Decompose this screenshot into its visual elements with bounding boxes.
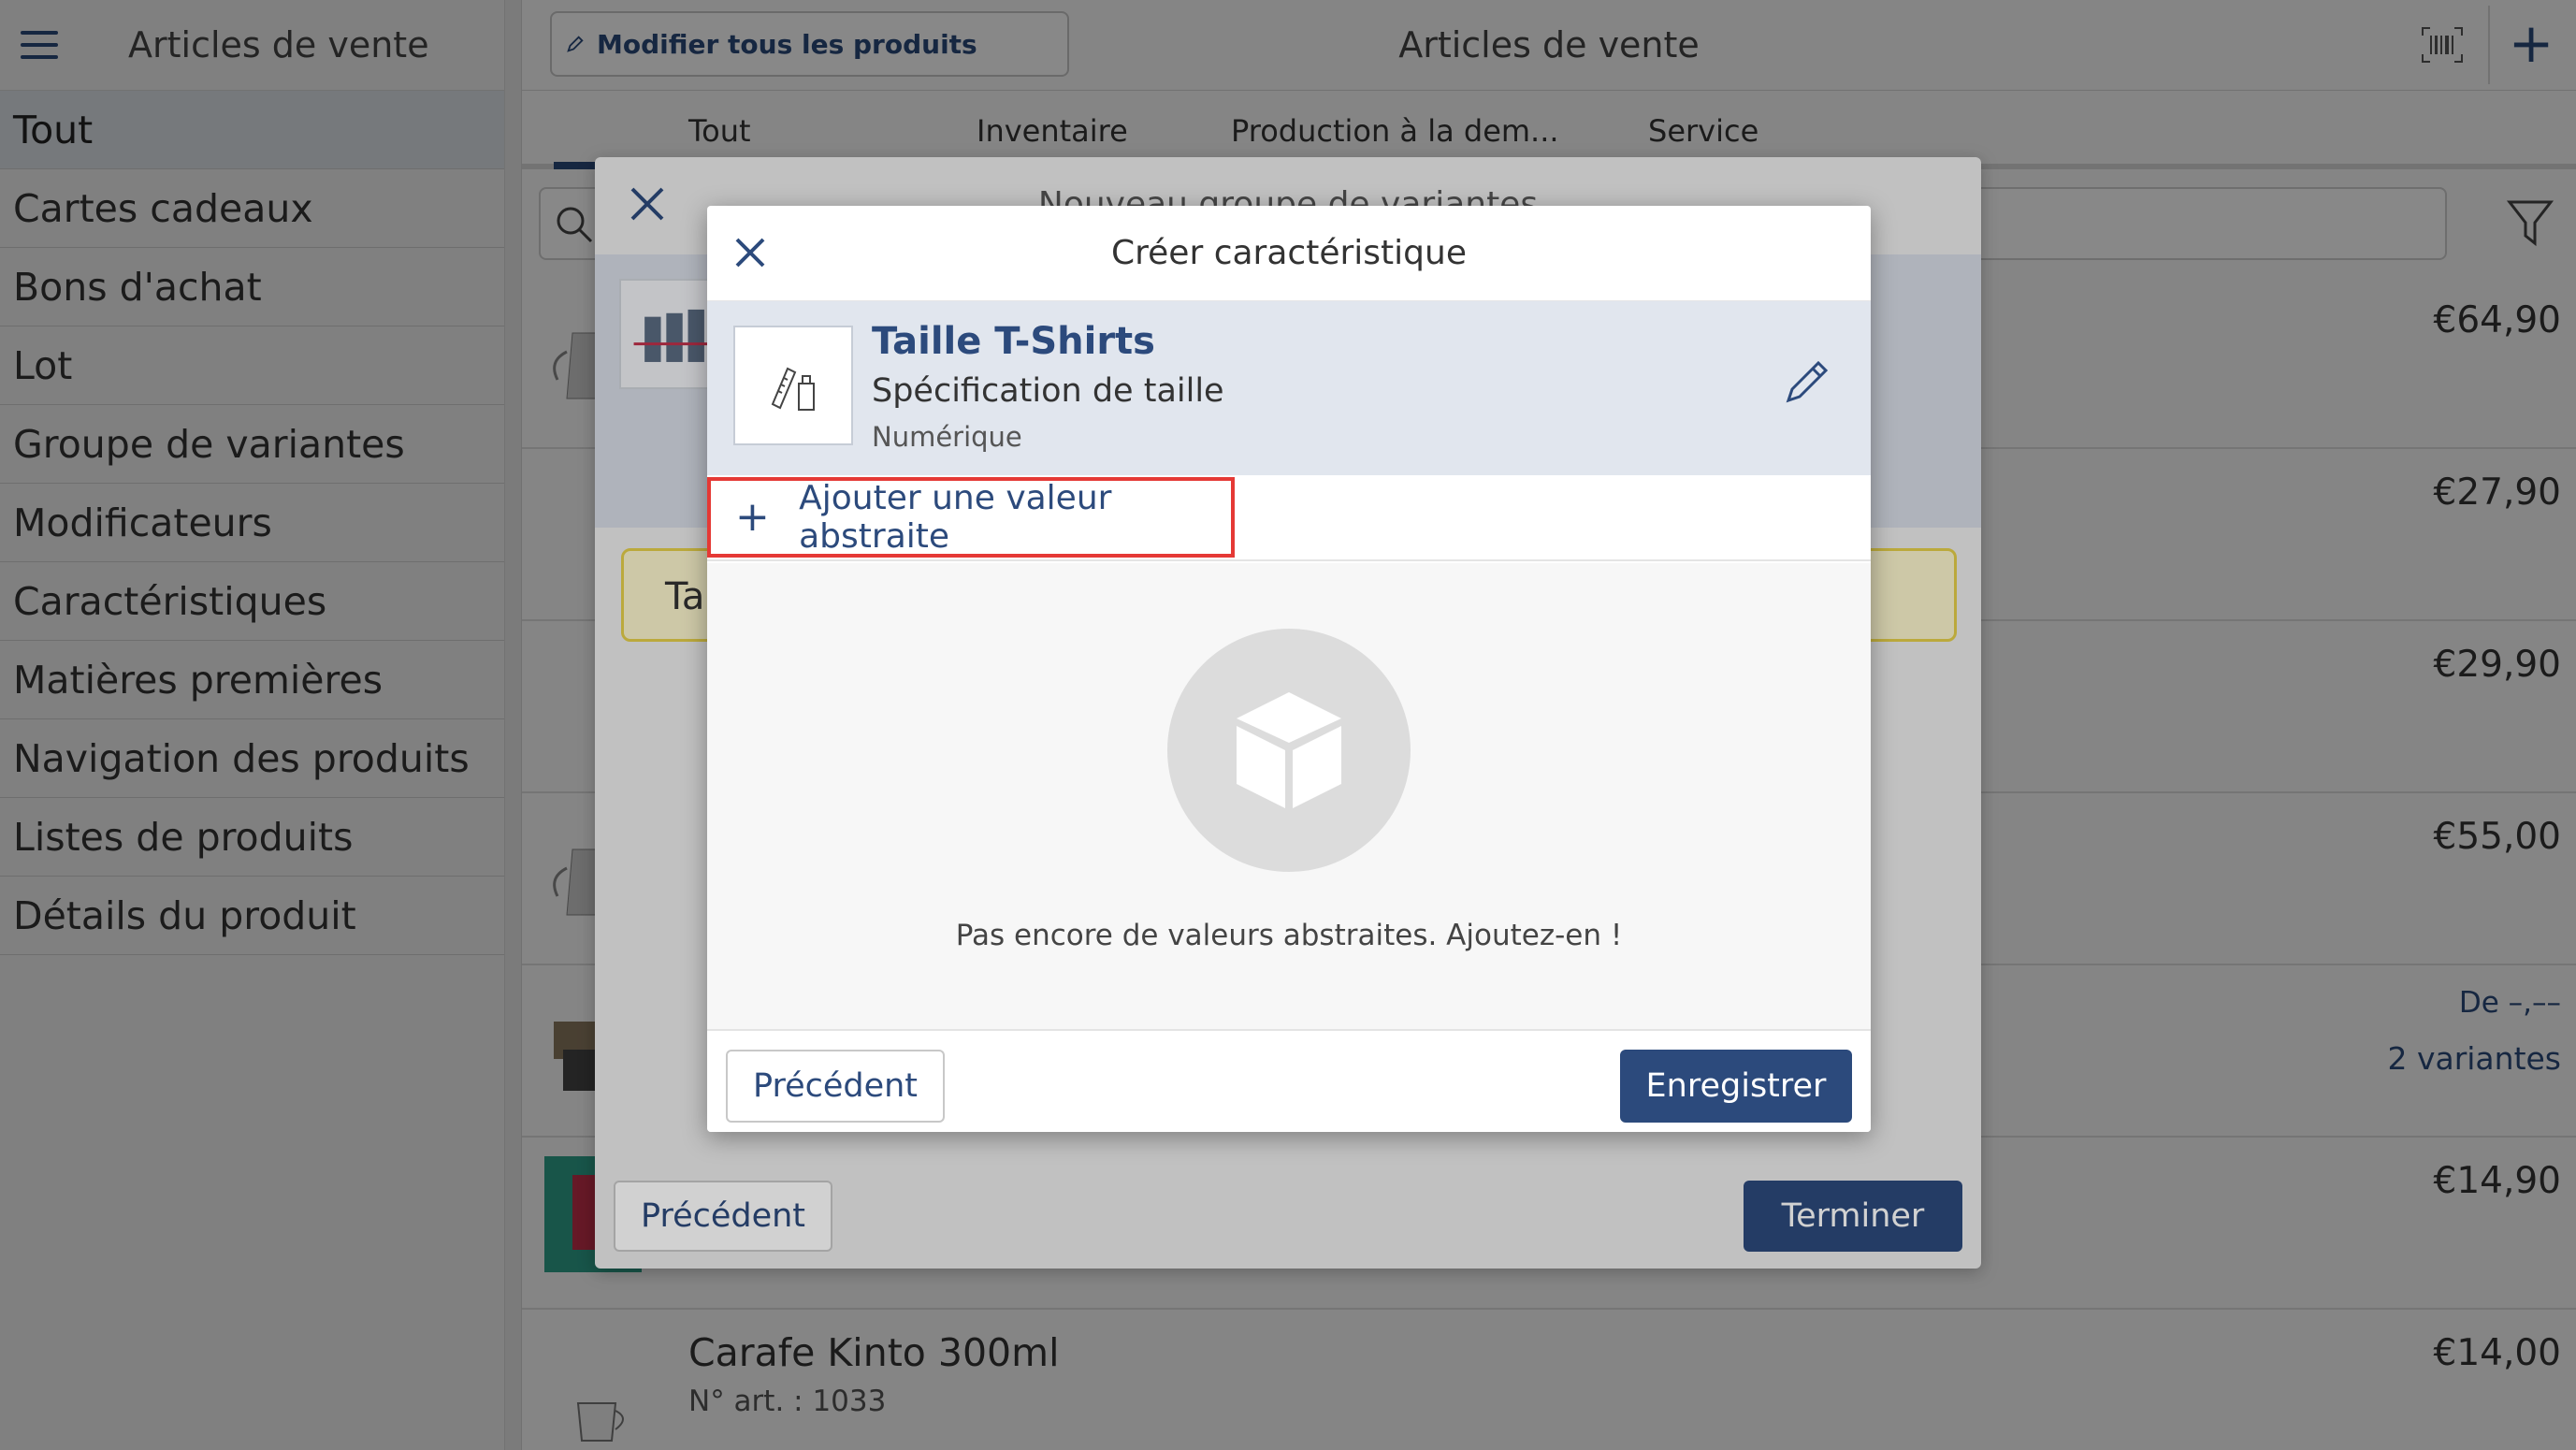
previous-button[interactable]: Précédent xyxy=(726,1050,945,1123)
app-window: Articles de vente Tout Cartes cadeaux Bo… xyxy=(0,0,2576,1450)
add-value-row: + Ajouter une valeur abstraite xyxy=(707,475,1871,561)
plus-icon: + xyxy=(735,493,770,541)
characteristic-type: Numérique xyxy=(872,421,1022,453)
create-characteristic-dialog: Créer caractéristique Taille T-Shirts Sp… xyxy=(707,206,1871,1132)
ruler-bottle-icon xyxy=(771,367,815,411)
characteristic-description: Spécification de taille xyxy=(872,372,1224,410)
characteristic-name: Taille T-Shirts xyxy=(872,320,1155,363)
dialog-footer: Précédent Enregistrer xyxy=(707,1029,1871,1132)
add-abstract-value-button[interactable]: + Ajouter une valeur abstraite xyxy=(707,477,1235,558)
save-button[interactable]: Enregistrer xyxy=(1620,1050,1852,1123)
empty-state: Pas encore de valeurs abstraites. Ajoute… xyxy=(707,563,1871,1029)
box-icon xyxy=(1237,692,1341,808)
add-abstract-value-label: Ajouter une valeur abstraite xyxy=(799,479,1112,556)
empty-state-circle xyxy=(1167,629,1411,872)
empty-state-text: Pas encore de valeurs abstraites. Ajoute… xyxy=(955,919,1623,952)
dialog-header: Créer caractéristique xyxy=(707,206,1871,301)
characteristic-card: Taille T-Shirts Spécification de taille … xyxy=(707,301,1871,475)
characteristic-icon-box xyxy=(733,326,853,445)
dialog-title: Créer caractéristique xyxy=(1111,234,1467,272)
edit-pencil-icon[interactable] xyxy=(1781,355,1833,408)
